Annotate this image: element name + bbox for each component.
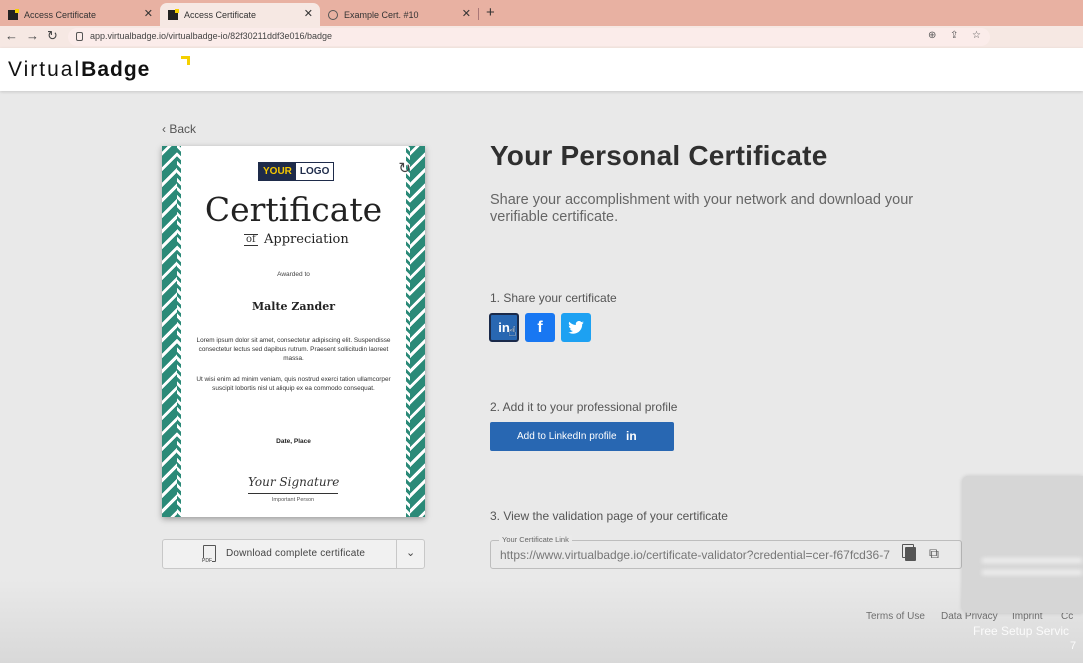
signature: Your Signature (248, 475, 340, 489)
copy-icon[interactable] (902, 544, 916, 561)
globe-favicon-icon (328, 9, 338, 20)
open-external-icon[interactable]: ⧉ (929, 545, 939, 562)
share-icon[interactable]: ⇪ (950, 30, 958, 41)
site-header: VirtualBadge (0, 48, 1083, 91)
refresh-icon[interactable]: ↻ (398, 159, 411, 177)
close-tab-icon[interactable]: ✕ (462, 8, 471, 20)
awarded-to-label: Awarded to (277, 271, 310, 278)
add-to-linkedin-button[interactable]: Add to LinkedIn profile in (490, 422, 674, 451)
url-text: app.virtualbadge.io/virtualbadge-io/82f3… (90, 31, 333, 41)
recipient-name: Malte Zander (251, 300, 336, 313)
free-setup-text: Free Setup Servic (973, 624, 1070, 638)
date-place: Date, Place (276, 438, 311, 445)
overlay-number: 7 (1070, 640, 1077, 652)
brand-corner-icon (181, 56, 190, 65)
certificate-title: Certificate (204, 190, 383, 229)
linkedin-icon: in (626, 429, 637, 443)
new-tab-icon[interactable]: + (486, 4, 495, 21)
lock-icon (76, 32, 83, 41)
tab-title: Example Cert. #10 (344, 9, 419, 20)
chevron-down-icon[interactable]: ⌄ (406, 546, 415, 559)
bookmark-star-icon[interactable]: ☆ (972, 30, 981, 41)
step-validation-label: 3. View the validation page of your cert… (490, 509, 728, 523)
logo-part-2: LOGO (295, 163, 334, 180)
tab-separator (478, 8, 479, 20)
logo-part-1: YOUR (259, 163, 296, 180)
link-field-legend: Your Certificate Link (499, 535, 572, 544)
chat-widget-overlay[interactable] (962, 476, 1083, 613)
pdf-badge: PDF (202, 558, 212, 564)
certificate-preview: ↻ YOUR LOGO Certificate of Appreciation … (162, 146, 425, 517)
tab-title: Access Certificate (184, 9, 257, 20)
button-divider (396, 540, 397, 568)
pdf-icon: PDF (202, 545, 216, 564)
back-link[interactable]: ‹ Back (162, 122, 196, 136)
back-arrow-icon[interactable]: ← (5, 28, 18, 43)
hand-cursor-icon: ☝ (508, 323, 517, 339)
facebook-icon: f (537, 319, 543, 336)
certificate-paragraph: Ut wisi enim ad minim veniam, quis nostr… (196, 376, 391, 392)
certificate-subtitle: Appreciation (264, 232, 349, 247)
twitter-icon (568, 321, 584, 334)
download-label: Download complete certificate (226, 548, 366, 559)
page-title: Your Personal Certificate (490, 140, 828, 171)
zoom-icon[interactable]: ⊕ (928, 30, 936, 41)
browser-toolbar: ← → ↻ app.virtualbadge.io/virtualbadge-i… (0, 26, 1083, 68)
download-certificate-button[interactable]: PDF Download complete certificate ⌄ (162, 539, 425, 569)
blurred-text (982, 558, 1082, 563)
brand-bold: Badge (81, 58, 151, 81)
blurred-text (982, 570, 1082, 575)
close-tab-icon[interactable]: ✕ (144, 8, 153, 20)
close-tab-icon[interactable]: ✕ (304, 8, 313, 20)
certificate-paragraph: Lorem ipsum dolor sit amet, consectetur … (196, 337, 391, 362)
address-bar[interactable]: app.virtualbadge.io/virtualbadge-io/82f3… (68, 28, 990, 46)
reload-icon[interactable]: ↻ (47, 28, 58, 44)
brand-light: Virtual (8, 58, 82, 81)
virtualbadge-favicon-icon (168, 8, 179, 20)
forward-arrow-icon[interactable]: → (26, 28, 39, 43)
signer-role: Important Person (271, 497, 315, 503)
step-share-label: 1. Share your certificate (490, 291, 617, 305)
twitter-share-button[interactable] (561, 313, 591, 342)
certificate-logo: YOUR LOGO (258, 162, 335, 181)
certificate-link-field[interactable]: Your Certificate Link https://www.virtua… (490, 535, 962, 569)
tab-title: Access Certificate (24, 9, 97, 20)
facebook-share-button[interactable]: f (525, 313, 555, 342)
virtualbadge-favicon-icon (8, 8, 19, 20)
browser-tab-bar: Access Certificate ✕ Access Certificate … (0, 0, 1083, 26)
certificate-of: of (244, 234, 258, 246)
browser-tab-3[interactable]: Example Cert. #10 ✕ (320, 3, 478, 26)
terms-link[interactable]: Terms of Use (866, 611, 925, 622)
add-linkedin-label: Add to LinkedIn profile (517, 431, 617, 442)
page-subtitle: Share your accomplishment with your netw… (490, 192, 914, 225)
back-label: Back (169, 122, 197, 136)
browser-tab-2[interactable]: Access Certificate ✕ (160, 3, 320, 26)
step-profile-label: 2. Add it to your professional profile (490, 400, 678, 414)
browser-tab-1[interactable]: Access Certificate ✕ (0, 3, 160, 26)
brand-logo[interactable]: VirtualBadge (8, 58, 150, 82)
signature-line (248, 493, 338, 494)
certificate-link-url[interactable]: https://www.virtualbadge.io/certificate-… (500, 548, 900, 562)
